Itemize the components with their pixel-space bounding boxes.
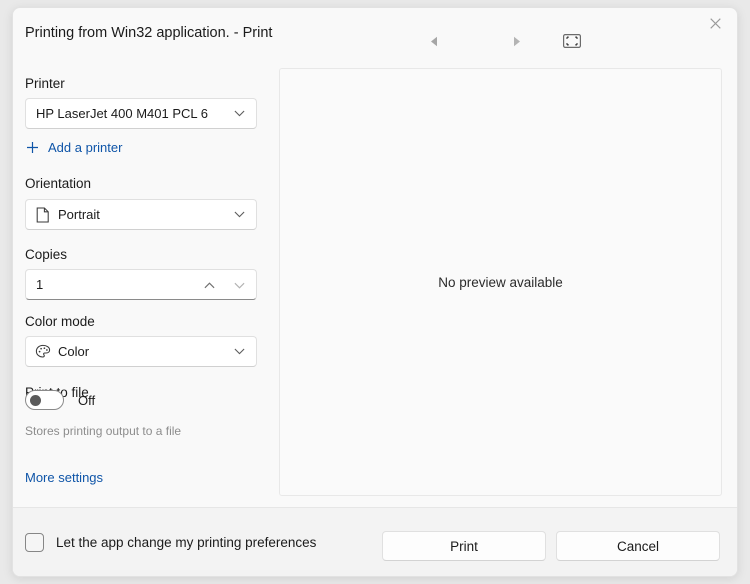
fit-to-page-button[interactable]	[557, 28, 587, 58]
previous-page-button[interactable]	[419, 28, 449, 58]
cancel-button[interactable]: Cancel	[556, 531, 720, 561]
printing-preferences-checkbox[interactable]	[25, 533, 44, 552]
chevron-down-icon	[234, 348, 245, 355]
printer-value: HP LaserJet 400 M401 PCL 6	[36, 106, 234, 121]
print-to-file-toggle-row: Off	[25, 390, 95, 410]
printing-preferences-checkbox-row[interactable]: Let the app change my printing preferenc…	[25, 533, 316, 552]
printing-preferences-label: Let the app change my printing preferenc…	[56, 535, 316, 550]
more-settings-link[interactable]: More settings	[25, 470, 103, 485]
print-preview-panel: No preview available	[279, 68, 722, 496]
triangle-right-icon	[512, 34, 521, 52]
triangle-left-icon	[430, 34, 439, 52]
print-to-file-state: Off	[78, 393, 95, 408]
palette-icon	[35, 344, 51, 360]
dialog-footer: Let the app change my printing preferenc…	[13, 507, 737, 576]
window-title: Printing from Win32 application. - Print	[25, 25, 272, 41]
chevron-up-icon	[204, 276, 215, 294]
copies-increment-button[interactable]	[195, 271, 223, 298]
orientation-dropdown[interactable]: Portrait	[25, 199, 257, 230]
fit-to-page-icon	[563, 34, 581, 53]
chevron-down-icon	[234, 276, 245, 294]
more-settings-label: More settings	[25, 470, 103, 485]
chevron-down-icon	[234, 211, 245, 218]
print-button[interactable]: Print	[382, 531, 546, 561]
color-mode-label: Color mode	[25, 314, 95, 329]
copies-value: 1	[36, 277, 195, 292]
cancel-button-label: Cancel	[617, 539, 659, 554]
add-printer-label: Add a printer	[48, 140, 122, 155]
printer-dropdown[interactable]: HP LaserJet 400 M401 PCL 6	[25, 98, 257, 129]
printer-label: Printer	[25, 76, 65, 91]
next-page-button[interactable]	[501, 28, 531, 58]
add-printer-link[interactable]: Add a printer	[25, 140, 122, 155]
orientation-label: Orientation	[25, 176, 91, 191]
orientation-value: Portrait	[58, 207, 234, 222]
color-mode-dropdown[interactable]: Color	[25, 336, 257, 367]
color-mode-value: Color	[58, 344, 234, 359]
page-icon	[35, 207, 51, 223]
print-to-file-toggle[interactable]	[25, 390, 64, 410]
chevron-down-icon	[234, 110, 245, 117]
copies-label: Copies	[25, 247, 67, 262]
print-button-label: Print	[450, 539, 478, 554]
preview-toolbar	[279, 26, 719, 60]
print-dialog-window: Printing from Win32 application. - Print	[12, 7, 738, 577]
settings-panel: Printer HP LaserJet 400 M401 PCL 6 Add a…	[13, 63, 279, 495]
copies-decrement-button[interactable]	[225, 271, 253, 298]
preview-message: No preview available	[438, 275, 563, 290]
print-to-file-hint: Stores printing output to a file	[25, 424, 181, 438]
toggle-knob	[30, 395, 41, 406]
plus-icon	[25, 141, 39, 155]
copies-input[interactable]: 1	[25, 269, 257, 300]
